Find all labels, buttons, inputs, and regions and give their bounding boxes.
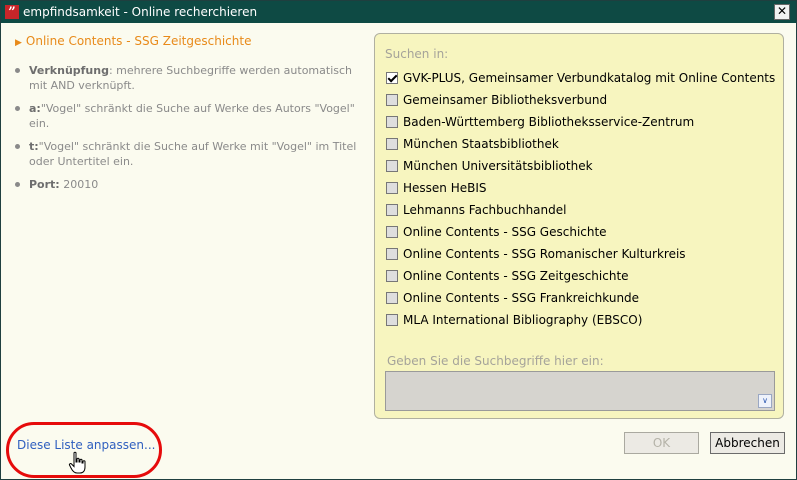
search-panel: Suchen in: GVK-PLUS, Gemeinsamer Verbund… <box>374 33 784 419</box>
search-in-label: Suchen in: <box>385 47 449 61</box>
catalog-option[interactable]: GVK-PLUS, Gemeinsamer Verbundkatalog mit… <box>386 67 775 89</box>
app-quote-icon: ” <box>5 5 19 20</box>
search-terms-input[interactable] <box>385 371 775 411</box>
triangle-right-icon: ▶ <box>15 38 22 48</box>
catalog-label[interactable]: Online Contents - SSG Zeitgeschichte <box>403 269 629 283</box>
catalog-label[interactable]: Online Contents - SSG Geschichte <box>403 225 607 239</box>
window-title: empfindsamkeit - Online recherchieren <box>23 5 258 19</box>
catalog-checkbox[interactable] <box>386 182 398 194</box>
catalog-checkbox[interactable] <box>386 270 398 282</box>
search-terms-label: Geben Sie die Suchbegriffe hier ein: <box>387 354 604 368</box>
catalog-label[interactable]: GVK-PLUS, Gemeinsamer Verbundkatalog mit… <box>403 71 775 85</box>
catalog-checkbox[interactable] <box>386 72 398 84</box>
tip-keyword: Port: <box>29 178 60 191</box>
catalog-checkbox-list: GVK-PLUS, Gemeinsamer Verbundkatalog mit… <box>386 67 775 331</box>
catalog-option[interactable]: MLA International Bibliography (EBSCO) <box>386 309 775 331</box>
catalog-checkbox[interactable] <box>386 292 398 304</box>
catalog-label[interactable]: München Staatsbibliothek <box>403 137 559 151</box>
title-bar[interactable]: ” empfindsamkeit - Online recherchieren … <box>1 1 796 23</box>
bullet-icon <box>15 106 20 111</box>
catalog-label[interactable]: Baden-Württemberg Bibliotheksservice-Zen… <box>403 115 694 129</box>
dialog-window: ” empfindsamkeit - Online recherchieren … <box>0 0 797 480</box>
catalog-option[interactable]: München Universitätsbibliothek <box>386 155 775 177</box>
chevron-down-icon[interactable]: ∨ <box>758 394 772 408</box>
ok-button[interactable]: OK <box>624 432 699 454</box>
catalog-checkbox[interactable] <box>386 138 398 150</box>
search-tip: t:"Vogel" schränkt die Suche auf Werke m… <box>15 139 365 169</box>
catalog-label[interactable]: Gemeinsamer Bibliotheksverbund <box>403 93 607 107</box>
catalog-option[interactable]: Hessen HeBIS <box>386 177 775 199</box>
catalog-option[interactable]: Online Contents - SSG Geschichte <box>386 221 775 243</box>
catalog-option[interactable]: Gemeinsamer Bibliotheksverbund <box>386 89 775 111</box>
catalog-option[interactable]: Online Contents - SSG Zeitgeschichte <box>386 265 775 287</box>
catalog-checkbox[interactable] <box>386 116 398 128</box>
search-tips-list: Verknüpfung: mehrere Suchbegriffe werden… <box>15 63 365 192</box>
catalog-option[interactable]: Lehmanns Fachbuchhandel <box>386 199 775 221</box>
catalog-option[interactable]: München Staatsbibliothek <box>386 133 775 155</box>
catalog-checkbox[interactable] <box>386 204 398 216</box>
tip-keyword: Verknüpfung <box>29 64 109 77</box>
search-tip: Verknüpfung: mehrere Suchbegriffe werden… <box>15 63 365 93</box>
tip-text: "Vogel" schränkt die Suche auf Werke des… <box>29 102 355 130</box>
tip-keyword: a: <box>29 102 41 115</box>
tip-text: "Vogel" schränkt die Suche auf Werke mit… <box>29 140 357 168</box>
catalog-label[interactable]: Hessen HeBIS <box>403 181 487 195</box>
tip-text: 20010 <box>59 178 99 191</box>
tip-keyword: t: <box>29 140 39 153</box>
search-tip: a:"Vogel" schränkt die Suche auf Werke d… <box>15 101 365 131</box>
catalog-label[interactable]: Lehmanns Fachbuchhandel <box>403 203 566 217</box>
close-button[interactable]: ✕ <box>774 4 790 20</box>
catalog-option[interactable]: Baden-Württemberg Bibliotheksservice-Zen… <box>386 111 775 133</box>
catalog-checkbox[interactable] <box>386 314 398 326</box>
selected-catalog-heading: ▶ Online Contents - SSG Zeitgeschichte <box>15 33 365 51</box>
catalog-label[interactable]: Online Contents - SSG Frankreichkunde <box>403 291 639 305</box>
catalog-option[interactable]: Online Contents - SSG Frankreichkunde <box>386 287 775 309</box>
catalog-checkbox[interactable] <box>386 226 398 238</box>
bullet-icon <box>15 68 20 73</box>
info-column: ▶ Online Contents - SSG Zeitgeschichte Ve… <box>15 33 365 200</box>
catalog-option[interactable]: Online Contents - SSG Romanischer Kultur… <box>386 243 775 265</box>
bullet-icon <box>15 144 20 149</box>
selected-catalog-title: Online Contents - SSG Zeitgeschichte <box>25 34 252 48</box>
bullet-icon <box>15 182 20 187</box>
hand-cursor-icon <box>68 451 86 474</box>
search-tip: Port: 20010 <box>15 177 365 192</box>
catalog-checkbox[interactable] <box>386 160 398 172</box>
catalog-checkbox[interactable] <box>386 248 398 260</box>
catalog-checkbox[interactable] <box>386 94 398 106</box>
catalog-label[interactable]: Online Contents - SSG Romanischer Kultur… <box>403 247 686 261</box>
catalog-label[interactable]: MLA International Bibliography (EBSCO) <box>403 313 642 327</box>
cancel-button[interactable]: Abbrechen <box>710 432 785 454</box>
catalog-label[interactable]: München Universitätsbibliothek <box>403 159 593 173</box>
